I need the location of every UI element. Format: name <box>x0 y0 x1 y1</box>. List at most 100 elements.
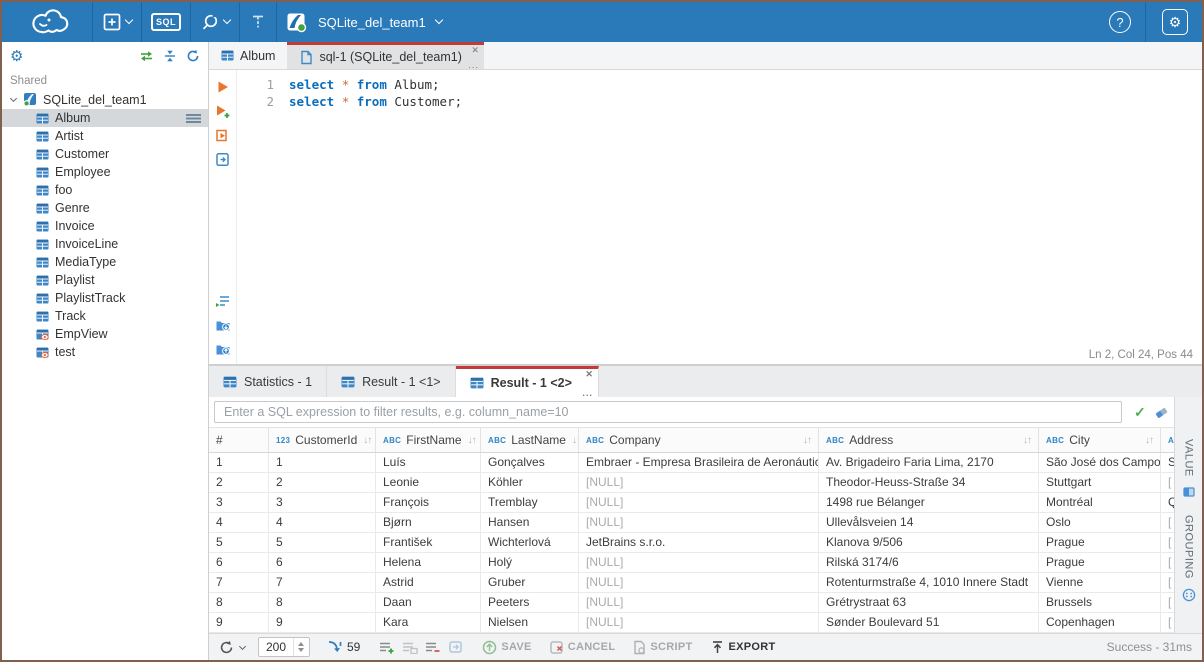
grid-cell[interactable]: Theodor-Heuss-Straße 34 <box>819 473 1039 493</box>
save-button[interactable]: SAVE <box>482 640 531 655</box>
grid-cell[interactable]: Oslo <box>1039 513 1161 533</box>
grid-cell[interactable]: 1498 rue Bélanger <box>819 493 1039 513</box>
code-line[interactable]: select * from Album; <box>289 77 1202 94</box>
grid-cell[interactable]: 2 <box>269 473 376 493</box>
results-tab-result-1-1[interactable]: Result - 1 <1> <box>327 366 456 397</box>
clear-filter-icon[interactable] <box>1154 406 1169 419</box>
column-header-company[interactable]: ABCCompany↓↑ <box>579 428 819 452</box>
grid-cell[interactable]: 3 <box>269 493 376 513</box>
grid-cell[interactable]: 6 <box>269 553 376 573</box>
search-button[interactable] <box>191 2 239 42</box>
table-row[interactable]: 99KaraNielsen[NULL]Sønder Boulevard 51Co… <box>209 613 1174 633</box>
grid-cell[interactable]: [ <box>1161 513 1174 533</box>
grid-cell[interactable]: 8 <box>269 593 376 613</box>
side-tab-value[interactable]: VALUE <box>1183 439 1195 477</box>
grid-cell[interactable]: Helena <box>376 553 481 573</box>
tree-item-test[interactable]: test <box>2 343 208 361</box>
column-header-customerid[interactable]: 123CustomerId↓↑ <box>269 428 376 452</box>
grid-cell[interactable]: 1 <box>209 453 269 473</box>
save-script-icon[interactable] <box>214 316 232 334</box>
column-header-lastname[interactable]: ABCLastName↓↑ <box>481 428 579 452</box>
close-icon[interactable]: ✕ <box>471 46 479 55</box>
column-header-address[interactable]: ABCAddress↓↑ <box>819 428 1039 452</box>
filter-input[interactable] <box>214 401 1122 423</box>
sort-icon[interactable]: ↓↑ <box>1017 435 1031 446</box>
grid-cell[interactable]: [NULL] <box>579 493 819 513</box>
table-row[interactable]: 55FrantišekWichterlováJetBrains s.r.o.Kl… <box>209 533 1174 553</box>
tree-item-album[interactable]: Album <box>2 109 208 127</box>
grid-cell[interactable]: Montréal <box>1039 493 1161 513</box>
grid-cell[interactable]: 5 <box>269 533 376 553</box>
new-object-button[interactable] <box>93 2 141 42</box>
delete-row-button[interactable] <box>425 641 441 654</box>
grid-cell[interactable]: [NULL] <box>579 573 819 593</box>
table-row[interactable]: 77AstridGruber[NULL]Rotenturmstraße 4, 1… <box>209 573 1174 593</box>
sort-icon[interactable]: ↓↑ <box>566 435 579 446</box>
tree-item-customer[interactable]: Customer <box>2 145 208 163</box>
value-panel-icon[interactable] <box>1183 486 1195 498</box>
sync-connection-icon[interactable] <box>139 49 154 63</box>
grid-cell[interactable]: Kara <box>376 613 481 633</box>
execute-statement-icon[interactable] <box>214 78 232 96</box>
grid-cell[interactable]: 7 <box>209 573 269 593</box>
grid-cell[interactable]: Rilská 3174/6 <box>819 553 1039 573</box>
row-menu-icon[interactable] <box>186 114 201 123</box>
tree-item-playlist[interactable]: Playlist <box>2 271 208 289</box>
grid-cell[interactable]: Astrid <box>376 573 481 593</box>
editor-tab-sql-1[interactable]: sql-1 (SQLite_del_team1) ✕ ... <box>287 42 483 69</box>
tree-item-foo[interactable]: foo <box>2 181 208 199</box>
grid-cell[interactable]: [NULL] <box>579 553 819 573</box>
refresh-results-button[interactable] <box>219 640 245 655</box>
grid-cell[interactable]: S <box>1161 453 1174 473</box>
grid-cell[interactable]: 4 <box>209 513 269 533</box>
help-button[interactable]: ? <box>1109 11 1131 33</box>
grid-cell[interactable]: Gruber <box>481 573 579 593</box>
tab-menu-dots[interactable]: ... <box>582 389 593 397</box>
grid-cell[interactable]: Hansen <box>481 513 579 533</box>
revert-row-button[interactable] <box>448 640 463 654</box>
grid-cell[interactable]: [ <box>1161 533 1174 553</box>
grid-cell[interactable]: Av. Brigadeiro Faria Lima, 2170 <box>819 453 1039 473</box>
grid-cell[interactable]: Stuttgart <box>1039 473 1161 493</box>
tree-item-invoice[interactable]: Invoice <box>2 217 208 235</box>
column-header-#[interactable]: # <box>209 428 269 452</box>
sort-icon[interactable]: ↓↑ <box>1139 435 1153 446</box>
expander-chevron-icon[interactable] <box>10 94 17 101</box>
table-row[interactable]: 11LuísGonçalvesEmbraer - Empresa Brasile… <box>209 453 1174 473</box>
grid-cell[interactable]: 3 <box>209 493 269 513</box>
connection-selector[interactable]: SQLite_del_team1 <box>277 2 451 42</box>
editor-tab-album[interactable]: Album <box>209 42 287 69</box>
sort-icon[interactable]: ↓↑ <box>797 435 811 446</box>
tree-item-artist[interactable]: Artist <box>2 127 208 145</box>
grid-cell[interactable]: Daan <box>376 593 481 613</box>
execute-new-tab-icon[interactable] <box>214 102 232 120</box>
fetch-size-stepper[interactable] <box>258 637 310 657</box>
grid-cell[interactable]: [ <box>1161 573 1174 593</box>
load-script-icon[interactable] <box>214 340 232 358</box>
grid-cell[interactable]: Peeters <box>481 593 579 613</box>
grid-cell[interactable]: 8 <box>209 593 269 613</box>
collapse-all-icon[interactable] <box>163 49 177 63</box>
grid-cell[interactable]: Leonie <box>376 473 481 493</box>
sort-icon[interactable]: ↓↑ <box>357 435 371 446</box>
results-tab-statistics[interactable]: Statistics - 1 <box>209 366 327 397</box>
grid-cell[interactable]: 6 <box>209 553 269 573</box>
grid-cell[interactable]: Prague <box>1039 533 1161 553</box>
table-row[interactable]: 33FrançoisTremblay[NULL]1498 rue Bélange… <box>209 493 1174 513</box>
tree-item-track[interactable]: Track <box>2 307 208 325</box>
grid-cell[interactable]: François <box>376 493 481 513</box>
table-row[interactable]: 88DaanPeeters[NULL]Grétrystraat 63Brusse… <box>209 593 1174 613</box>
grouping-panel-icon[interactable] <box>1182 588 1196 602</box>
grid-cell[interactable]: Köhler <box>481 473 579 493</box>
table-row[interactable]: 66HelenaHolý[NULL]Rilská 3174/6Prague[ <box>209 553 1174 573</box>
close-icon[interactable]: ✕ <box>585 370 593 379</box>
column-header-clipped[interactable]: ABC <box>1161 428 1174 452</box>
execute-script-icon[interactable] <box>214 126 232 144</box>
column-header-firstname[interactable]: ABCFirstName↓↑ <box>376 428 481 452</box>
tab-menu-dots[interactable]: ... <box>468 61 479 69</box>
grid-cell[interactable]: 4 <box>269 513 376 533</box>
grid-cell[interactable]: Sønder Boulevard 51 <box>819 613 1039 633</box>
grid-cell[interactable]: Grétrystraat 63 <box>819 593 1039 613</box>
grid-cell[interactable]: 9 <box>269 613 376 633</box>
navigator-settings-icon[interactable]: ⚙ <box>10 47 23 65</box>
